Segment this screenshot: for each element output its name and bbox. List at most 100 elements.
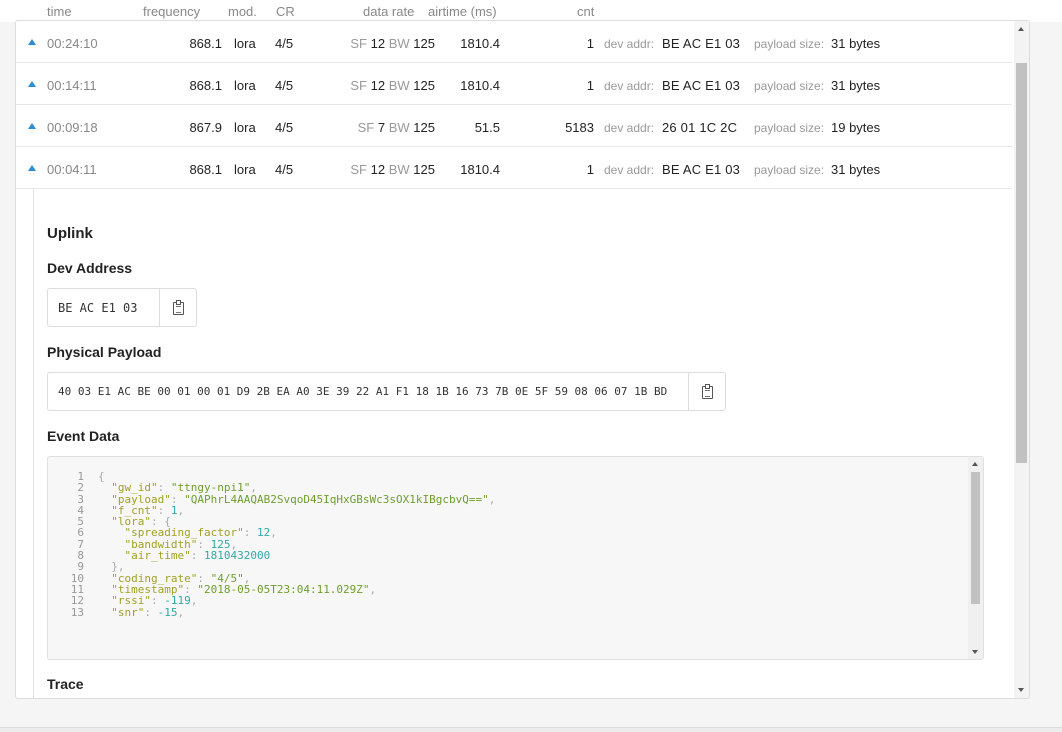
physical-payload-heading: Physical Payload [47,344,162,360]
table-row[interactable]: 00:04:11 868.1 lora 4/5 SF 12 BW 125 1810.4 1 d… [16,147,1012,189]
row-count: 1 [586,162,594,177]
json-string: "2018-05-05T23:04:11.029Z" [197,582,370,596]
row-airtime: 1810.4 [460,78,500,93]
trace-heading: Trace [47,676,84,692]
bottom-border [0,727,1062,732]
physical-payload-field: 40 03 E1 AC BE 00 01 00 01 D9 2B EA A0 3… [47,372,726,411]
event-data-editor[interactable]: 1 2 3 4 5 6 7 8 9 10 11 12 13 { "gw_id": "ttngy-npi1… [47,456,984,660]
row-modulation: lora [234,78,256,93]
col-cnt: cnt [577,4,595,19]
bw-label: BW [388,36,410,51]
collapse-arrow-icon[interactable] [28,81,36,87]
line-number: 2 [77,481,84,495]
sf-value: 12 [370,36,386,51]
payload-size-label: payload size: [754,163,825,177]
json-number: -15 [157,605,178,619]
col-data-rate: data rate [363,4,415,19]
table-row[interactable]: 00:14:11 868.1 lora 4/5 SF 12 BW 125 1810.4 1 d… [16,63,1012,105]
editor-scroll-thumb[interactable] [971,472,980,604]
sf-value: 12 [370,162,386,177]
traffic-panel: 00:24:10 868.1 lora 4/5 SF 12 BW 125 1810.4 1 d… [15,20,1030,699]
dev-addr-value: BE AC E1 03 [662,162,741,177]
scroll-up-icon[interactable] [1018,27,1024,31]
sf-label: SF [350,36,367,51]
collapse-arrow-icon[interactable] [28,39,36,45]
scroll-down-icon[interactable] [1018,688,1024,692]
dev-address-field: BE AC E1 03 [47,288,197,327]
collapse-arrow-icon[interactable] [28,123,36,129]
row-coding-rate: 4/5 [275,78,294,93]
row-frequency: 867.9 [189,120,222,135]
json-key: "air_time" [124,549,191,563]
collapse-arrow-icon[interactable] [28,165,36,171]
scroll-down-icon[interactable] [972,650,978,654]
uplink-details: Uplink Dev Address BE AC E1 03 Physical … [33,189,1012,698]
sf-value: 7 [377,120,386,135]
table-row[interactable]: 00:24:10 868.1 lora 4/5 SF 12 BW 125 1810.4 1 d… [16,21,1012,63]
row-modulation: lora [234,162,256,177]
dev-addr-value: 26 01 1C 2C [662,120,738,135]
row-time: 00:04:11 [47,162,97,177]
payload-size-label: payload size: [754,37,825,51]
copy-payload-button[interactable] [688,373,725,410]
table-row[interactable]: 00:09:18 867.9 lora 4/5 SF 7 BW 125 51.5 5183 d… [16,105,1012,147]
panel-scrollbar[interactable] [1014,21,1029,698]
row-count: 5183 [565,120,594,135]
json-number: 1810432000 [203,549,271,563]
payload-size-value: 31 bytes [831,78,881,93]
dev-addr-label: dev addr: [604,163,655,177]
json-key: "snr" [111,605,145,619]
line-number: 12 [70,594,84,608]
dev-addr-label: dev addr: [604,121,655,135]
sf-label: SF [357,120,375,135]
physical-payload-value[interactable]: 40 03 E1 AC BE 00 01 00 01 D9 2B EA A0 3… [58,385,667,398]
line-number: 13 [70,605,84,619]
row-data-rate: SF 7 BW 125 [358,120,435,135]
dev-address-value[interactable]: BE AC E1 03 [58,301,137,315]
row-airtime: 1810.4 [460,36,500,51]
col-airtime: airtime (ms) [428,4,497,19]
row-coding-rate: 4/5 [275,162,294,177]
row-time: 00:14:11 [47,78,97,93]
event-data-heading: Event Data [47,428,120,444]
row-coding-rate: 4/5 [275,36,294,51]
scroll-up-icon[interactable] [972,462,978,466]
bw-value: 125 [413,36,435,51]
clipboard-icon [173,300,184,315]
payload-size-value: 19 bytes [831,120,881,135]
bw-value: 125 [413,120,435,135]
row-time: 00:24:10 [47,36,98,51]
editor-scrollbar[interactable] [968,457,983,659]
payload-size-value: 31 bytes [831,162,881,177]
dev-addr-value: BE AC E1 03 [662,78,741,93]
row-data-rate: SF 12 BW 125 [350,78,435,93]
payload-size-value: 31 bytes [831,36,881,51]
row-frequency: 868.1 [189,36,222,51]
bw-value: 125 [413,162,435,177]
dev-addr-value: BE AC E1 03 [662,36,741,51]
row-frequency: 868.1 [189,78,222,93]
col-frequency: frequency [143,4,201,19]
row-coding-rate: 4/5 [275,120,294,135]
row-airtime: 1810.4 [460,162,500,177]
bw-label: BW [388,120,410,135]
row-data-rate: SF 12 BW 125 [350,36,435,51]
row-data-rate: SF 12 BW 125 [350,162,435,177]
row-count: 1 [586,78,594,93]
col-time: time [47,4,72,19]
copy-dev-address-button[interactable] [159,289,196,326]
line-numbers: 1 2 3 4 5 6 7 8 9 10 11 12 13 [48,471,84,618]
col-mod: mod. [228,4,257,19]
sf-value: 12 [370,78,386,93]
panel-scroll-thumb[interactable] [1016,63,1027,463]
dev-addr-label: dev addr: [604,37,655,51]
event-data-code: { "gw_id": "ttngy-npi1", "payload": "QAP… [98,470,496,619]
table-header: time frequency mod. CR data rate airtime… [0,0,1062,22]
bw-label: BW [388,78,410,93]
row-frequency: 868.1 [189,162,222,177]
json-string: "QAPhrL4AAQAB2SvqoD45IqHxGBsWc3sOX1kIBgc… [184,492,489,506]
clipboard-icon [702,384,713,399]
bw-label: BW [388,162,410,177]
dev-addr-label: dev addr: [604,79,655,93]
row-count: 1 [586,36,594,51]
